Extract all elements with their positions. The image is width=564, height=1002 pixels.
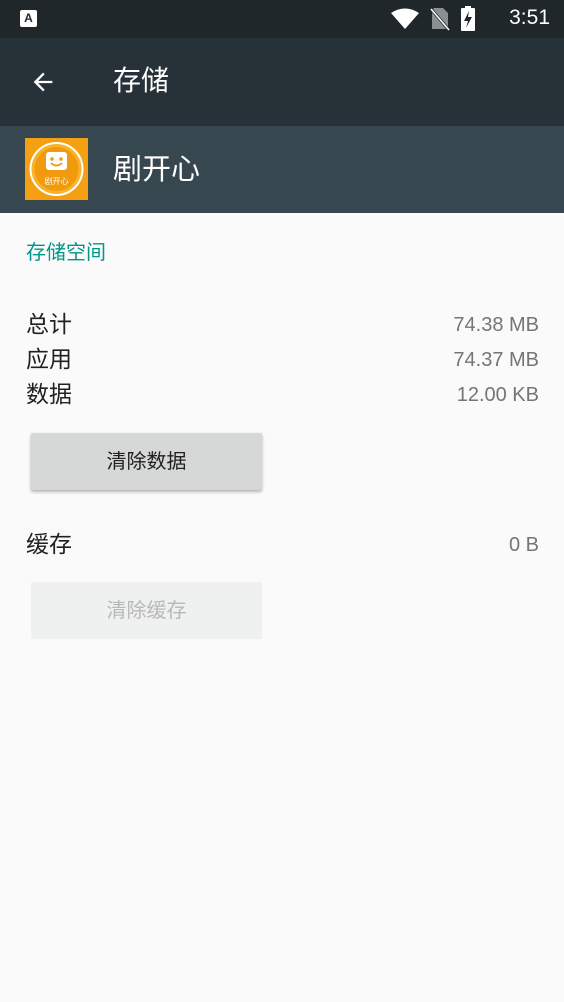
- battery-charging-icon: [461, 6, 475, 31]
- wifi-icon: [391, 8, 419, 29]
- no-sim-icon: [430, 8, 450, 31]
- cache-label: 缓存: [26, 532, 72, 558]
- notification-app-icon: A: [20, 10, 37, 27]
- data-value: 12.00 KB: [456, 384, 539, 406]
- app-header: 剧开心 剧开心: [0, 126, 564, 213]
- status-icons: [390, 6, 476, 31]
- toolbar: 存储: [0, 38, 564, 126]
- app-name: 剧开心: [113, 152, 201, 186]
- cache-value: 0 B: [508, 534, 539, 556]
- arrow-back-icon: [33, 72, 53, 92]
- cache-row: 缓存 0 B: [26, 528, 539, 562]
- app-icon: 剧开心: [25, 138, 88, 200]
- total-label: 总计: [26, 312, 72, 338]
- svg-text:剧开心: 剧开心: [45, 177, 69, 186]
- total-value: 74.38 MB: [453, 314, 539, 336]
- status-time: 3:51: [509, 6, 550, 29]
- app-value: 74.37 MB: [453, 349, 539, 371]
- status-bar: A 3:51: [0, 0, 564, 38]
- app-row: 应用 74.37 MB: [26, 343, 539, 377]
- clear-cache-button: 清除缓存: [31, 582, 262, 639]
- back-button[interactable]: [18, 58, 68, 106]
- app-label: 应用: [26, 347, 72, 373]
- clear-data-button[interactable]: 清除数据: [31, 433, 262, 490]
- data-row: 数据 12.00 KB: [26, 378, 539, 412]
- data-label: 数据: [26, 382, 72, 408]
- storage-section-title: 存储空间: [26, 240, 106, 264]
- page-title: 存储: [113, 64, 170, 97]
- total-row: 总计 74.38 MB: [26, 308, 539, 342]
